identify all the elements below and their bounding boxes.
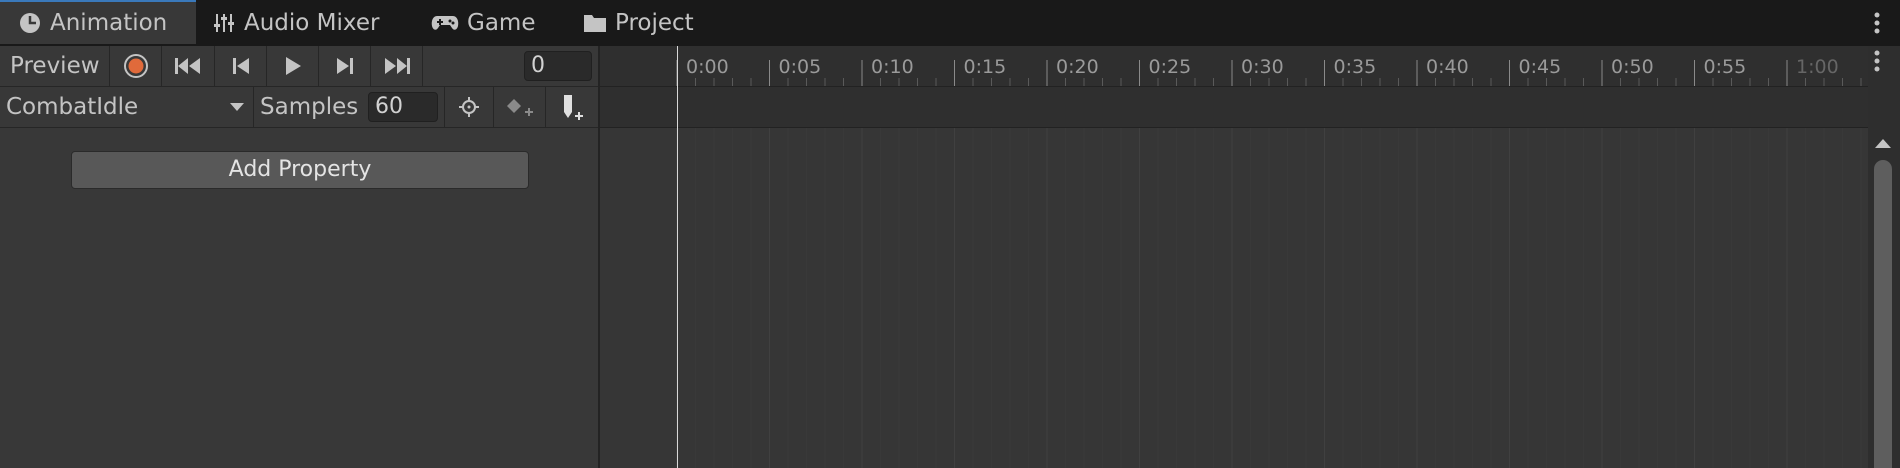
ruler-time-label: 0:55 (1703, 56, 1747, 78)
ruler-time-label: 0:20 (1056, 56, 1099, 78)
keyframe-grid[interactable] (600, 128, 1868, 468)
add-event-icon (564, 95, 583, 120)
event-strip[interactable] (600, 87, 1868, 128)
crosshair-icon (459, 97, 479, 117)
tab-audio-mixer[interactable]: Audio Mixer (212, 0, 379, 46)
record-icon (123, 54, 148, 78)
tab-project[interactable]: Project (583, 0, 694, 46)
first-keyframe-button[interactable] (162, 46, 215, 86)
ruler-time-label: 0:00 (686, 56, 729, 78)
clip-toolbar: CombatIdle Samples 60 (0, 87, 598, 128)
time-ruler[interactable]: 0:00 0:05 0:10 0:15 0:20 0:25 0:30 0:35 0:40 0:45… (600, 46, 1868, 87)
timeline-grid (676, 128, 1862, 468)
ruler-time-label: 0:05 (778, 56, 822, 78)
scroll-up-arrow-icon[interactable] (1874, 138, 1892, 150)
ruler-time-label: 0:30 (1241, 56, 1284, 78)
add-keyframe-icon (506, 99, 533, 116)
next-keyframe-button[interactable] (319, 46, 371, 86)
tab-animation[interactable]: Animation (0, 0, 196, 44)
current-frame-input[interactable]: 0 (524, 51, 592, 81)
ruler-time-label: 0:50 (1611, 56, 1654, 78)
ruler-time-label: 0:15 (963, 56, 1007, 78)
skip-to-end-icon (384, 58, 410, 74)
folder-icon (584, 15, 606, 32)
clip-dropdown[interactable]: CombatIdle (0, 87, 254, 127)
last-keyframe-button[interactable] (371, 46, 423, 86)
tab-label: Audio Mixer (244, 10, 380, 36)
sliders-icon (214, 14, 234, 32)
tab-bar: Animation Audio Mixer Game Project (0, 0, 1900, 46)
tab-label: Project (615, 10, 694, 36)
samples-input[interactable]: 60 (368, 92, 438, 122)
filter-by-selection-button[interactable] (444, 87, 494, 127)
previous-keyframe-button[interactable] (215, 46, 267, 86)
ruler-time-label: 0:25 (1148, 56, 1192, 78)
scrollbar-thumb[interactable] (1874, 160, 1892, 468)
play-button[interactable] (267, 46, 319, 86)
ruler-time-label: 0:10 (871, 56, 914, 78)
animation-controls-panel: Preview 0 CombatIdle Samples 60 Add Prop… (0, 46, 600, 468)
dopesheet-timeline[interactable]: 0:00 0:05 0:10 0:15 0:20 0:25 0:30 0:35 0:40 0:45… (600, 46, 1868, 468)
tab-game[interactable]: Game (431, 0, 535, 46)
record-button[interactable] (110, 46, 162, 86)
preview-toggle[interactable]: Preview (0, 46, 110, 86)
animation-clock-icon (20, 13, 40, 33)
add-keyframe-button[interactable] (494, 87, 546, 127)
add-property-button[interactable]: Add Property (71, 151, 529, 189)
gamepad-icon (431, 16, 459, 30)
preview-label: Preview (10, 53, 100, 79)
playhead[interactable] (677, 46, 678, 468)
more-options-icon[interactable] (1874, 12, 1880, 34)
skip-to-start-icon (175, 58, 200, 74)
samples-label: Samples (260, 94, 359, 120)
ruler-time-label: 0:35 (1333, 56, 1377, 78)
dropdown-arrow-icon (230, 103, 244, 111)
add-event-button[interactable] (546, 87, 598, 127)
timeline-options-icon[interactable] (1874, 50, 1880, 72)
tab-label: Game (467, 10, 536, 36)
ruler-time-label: 0:45 (1518, 56, 1562, 78)
step-forward-icon (336, 58, 353, 74)
playback-toolbar: Preview 0 (0, 46, 598, 87)
step-back-icon (232, 58, 249, 74)
ruler-time-label: 0:40 (1426, 56, 1469, 78)
ruler-time-label: 1:00 (1796, 56, 1839, 78)
clip-name: CombatIdle (6, 94, 139, 120)
tab-label: Animation (50, 10, 168, 36)
play-icon (285, 57, 301, 75)
